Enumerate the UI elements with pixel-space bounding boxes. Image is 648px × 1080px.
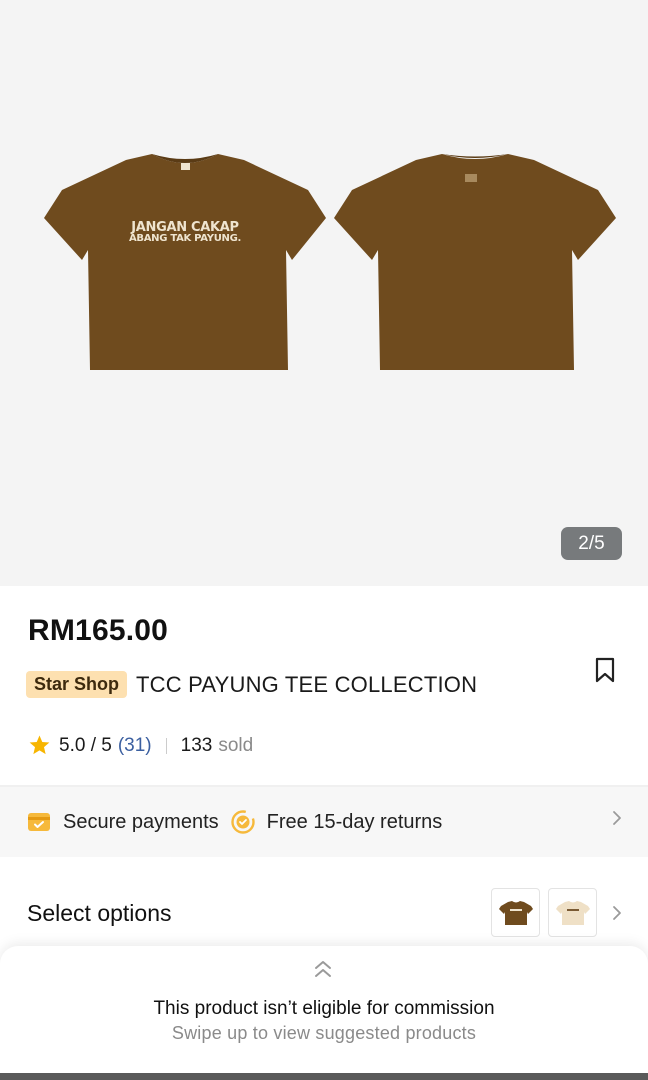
secure-payments-label: Secure payments [63, 810, 219, 833]
star-icon [29, 735, 50, 755]
bottom-bar [0, 1073, 648, 1080]
divider [165, 737, 167, 754]
commission-notice-title: This product isn’t eligible for commissi… [153, 998, 495, 1019]
product-image-back-tee [334, 150, 616, 372]
chevron-right-icon [613, 811, 621, 825]
rating-row[interactable]: 5.0 / 5 (31) 133 sold [28, 734, 253, 757]
tee-print-line-2: ABANG TAK PAYUNG. [128, 233, 241, 244]
free-returns-label: Free 15-day returns [266, 810, 443, 833]
sold-count: 133 [180, 734, 213, 756]
star-shop-badge: Star Shop [26, 671, 128, 698]
sold-label: sold [218, 734, 254, 756]
bookmark-icon[interactable] [593, 657, 617, 683]
option-thumbnail-brown[interactable] [491, 888, 540, 937]
rating-score: 5.0 / 5 [59, 734, 112, 756]
product-image-gallery[interactable]: JANGAN CAKAP ABANG TAK PAYUNG. 2/5 [0, 0, 648, 586]
shopping-perks-bar[interactable]: Secure payments Free 15-day returns [0, 787, 648, 857]
review-count-link[interactable]: (31) [118, 735, 152, 757]
chevron-right-icon[interactable] [610, 904, 624, 922]
commission-bottom-sheet[interactable]: This product isn’t eligible for commissi… [0, 946, 648, 1080]
product-title-row: Star Shop TCC PAYUNG TEE COLLECTION [26, 671, 477, 698]
select-options-label[interactable]: Select options [27, 900, 171, 927]
secure-payment-icon [28, 813, 50, 831]
commission-notice-subtitle: Swipe up to view suggested products [171, 1023, 477, 1043]
returns-icon [230, 810, 255, 834]
product-title: TCC PAYUNG TEE COLLECTION [136, 671, 478, 697]
option-thumbnail-cream[interactable] [548, 888, 597, 937]
double-chevron-up-icon[interactable] [311, 958, 335, 980]
image-counter-badge: 2/5 [561, 527, 622, 560]
product-image-front-tee: JANGAN CAKAP ABANG TAK PAYUNG. [44, 150, 326, 372]
product-price: RM165.00 [28, 614, 169, 647]
